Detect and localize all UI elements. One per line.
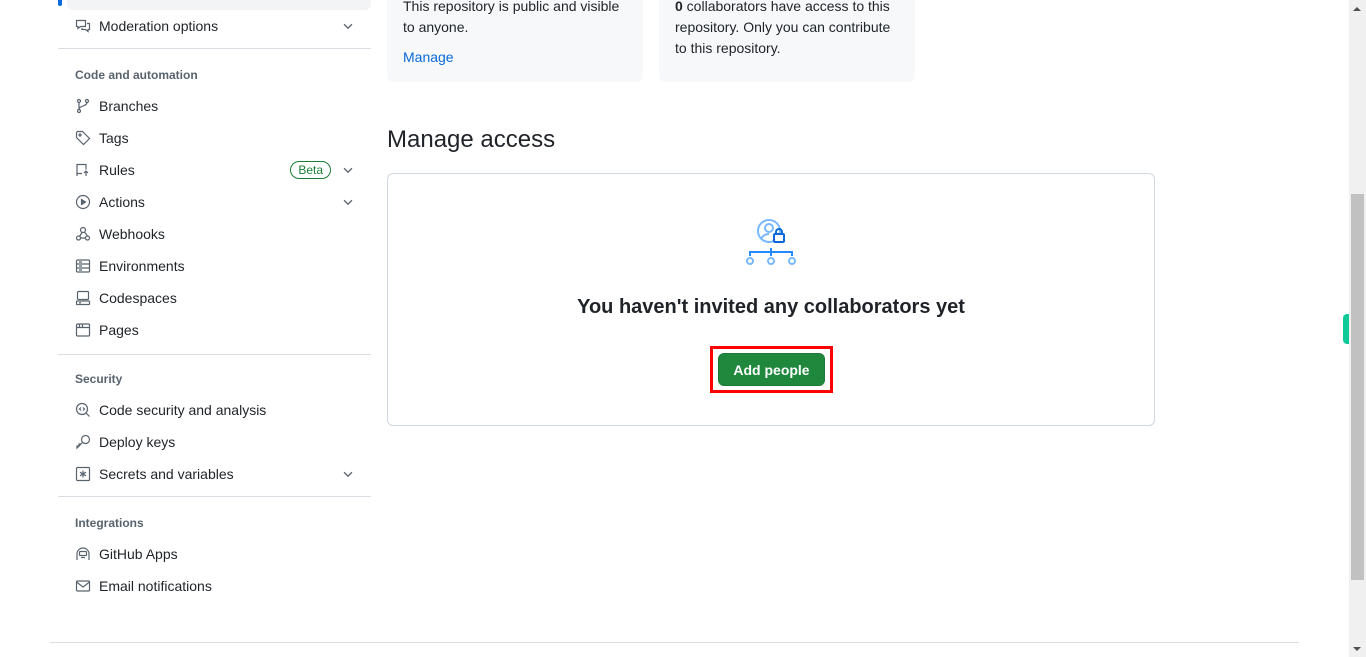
manage-access-box: You haven't invited any collaborators ye… [387, 173, 1155, 426]
sidebar-item-rules[interactable]: Rules Beta [67, 154, 371, 186]
collaborators-description: collaborators have access to this reposi… [675, 0, 891, 56]
sidebar-item-moderation-options[interactable]: Moderation options [67, 10, 371, 42]
apps-icon [75, 546, 91, 562]
sidebar-item-label: Webhooks [99, 226, 165, 242]
sidebar-item-secrets-variables[interactable]: Secrets and variables [67, 458, 371, 490]
section-title-integrations: Integrations [75, 516, 144, 530]
chevron-down-icon[interactable] [341, 163, 355, 177]
sidebar-item-label: Branches [99, 98, 159, 114]
sidebar-divider [58, 354, 371, 355]
sidebar-item-codespaces[interactable]: Codespaces [67, 282, 371, 314]
collaborators-text: 0 collaborators have access to this repo… [675, 0, 899, 59]
sidebar-item-webhooks[interactable]: Webhooks [67, 218, 371, 250]
sidebar-item-label: Tags [99, 130, 129, 146]
manage-visibility-link[interactable]: Manage [403, 47, 454, 68]
sidebar-item-email-notifications[interactable]: Email notifications [67, 570, 371, 602]
collaborators-card: 0 collaborators have access to this repo… [659, 0, 915, 82]
server-icon [75, 258, 91, 274]
git-branch-icon [75, 98, 91, 114]
sidebar-item-label: Environments [99, 258, 185, 274]
collaborator-count: 0 [675, 0, 683, 14]
scroll-down-arrow-icon[interactable] [1353, 647, 1361, 651]
tag-icon [75, 130, 91, 146]
sidebar-item-label: Deploy keys [99, 434, 176, 450]
section-title-code-automation: Code and automation [75, 68, 198, 82]
sidebar-item-label: Code security and analysis [99, 402, 267, 418]
page-title: Manage access [387, 126, 556, 153]
sidebar-divider [58, 48, 371, 49]
sidebar-item-label: Rules [99, 162, 135, 178]
sidebar-item-actions[interactable]: Actions [67, 186, 371, 218]
mail-icon [75, 578, 91, 594]
highlight-box: Add people [710, 346, 833, 393]
sidebar-item-label: Moderation options [99, 18, 219, 34]
scrollbar-thumb[interactable] [1351, 194, 1364, 580]
sidebar-item-deploy-keys[interactable]: Deploy keys [67, 426, 371, 458]
sidebar-item-label: GitHub Apps [99, 546, 178, 562]
footer-divider [50, 642, 1299, 643]
chevron-down-icon[interactable] [341, 195, 355, 209]
sidebar-item-environments[interactable]: Environments [67, 250, 371, 282]
chevron-down-icon[interactable] [341, 19, 355, 33]
active-indicator [58, 0, 62, 6]
webhook-icon [75, 226, 91, 242]
sidebar-active-item[interactable] [67, 0, 371, 10]
codescan-icon [75, 402, 91, 418]
sidebar-item-pages[interactable]: Pages [67, 314, 371, 346]
sidebar-item-code-security[interactable]: Code security and analysis [67, 394, 371, 426]
beta-badge: Beta [290, 161, 331, 179]
vertical-scrollbar[interactable] [1349, 0, 1366, 657]
sidebar-item-label: Secrets and variables [99, 466, 234, 482]
sidebar-item-label: Actions [99, 194, 145, 210]
empty-state-title: You haven't invited any collaborators ye… [577, 296, 965, 318]
key-icon [75, 434, 91, 450]
key-asterisk-icon [75, 466, 91, 482]
sidebar-item-label: Email notifications [99, 578, 212, 594]
scroll-up-arrow-icon[interactable] [1353, 7, 1361, 11]
person-lock-icon [746, 219, 796, 265]
comment-discussion-icon [75, 18, 91, 34]
sidebar-divider [58, 496, 371, 497]
add-people-button[interactable]: Add people [718, 353, 825, 386]
play-icon [75, 194, 91, 210]
visibility-text: This repository is public and visible to… [403, 0, 620, 35]
browser-icon [75, 322, 91, 338]
codespaces-icon [75, 290, 91, 306]
sidebar-item-tags[interactable]: Tags [67, 122, 371, 154]
sidebar-item-label: Codespaces [99, 290, 177, 306]
sidebar-item-label: Pages [99, 322, 139, 338]
sidebar-item-branches[interactable]: Branches [67, 90, 371, 122]
section-title-security: Security [75, 372, 123, 386]
repo-push-icon [75, 162, 91, 178]
sidebar-item-github-apps[interactable]: GitHub Apps [67, 538, 371, 570]
chevron-down-icon[interactable] [341, 467, 355, 481]
visibility-card: This repository is public and visible to… [387, 0, 643, 82]
